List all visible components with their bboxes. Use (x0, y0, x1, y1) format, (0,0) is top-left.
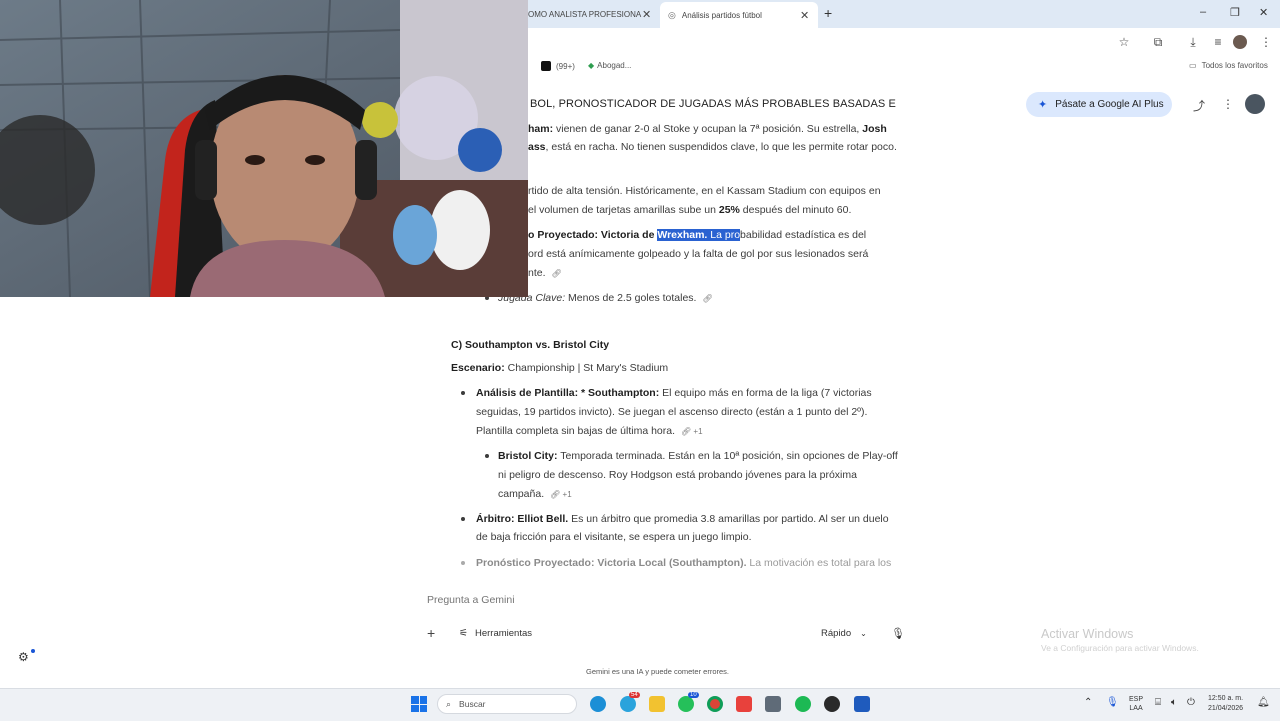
webcam-overlay (0, 0, 528, 297)
content-line: rtido de alta tensión. Históricamente, e… (528, 185, 881, 197)
disclaimer: Gemini es una IA y puede cometer errores… (586, 667, 729, 676)
content-line: Pronóstico Proyectado: Victoria Local (S… (476, 557, 892, 569)
telegram-icon[interactable] (620, 696, 636, 712)
search-icon: ⌕ (446, 698, 452, 709)
content-line: seguidas, 19 partidos invicto). Se juega… (476, 406, 868, 418)
tab-label: Análisis partidos fútbol (681, 10, 762, 20)
content-line: Plantilla completa sin bajas de última h… (476, 425, 703, 437)
webcam-feed (0, 0, 528, 297)
account-avatar[interactable] (1245, 94, 1265, 114)
chat-title: BOL, PRONOSTICADOR DE JUGADAS MÁS PROBAB… (530, 98, 896, 110)
folder-icon: ▭ (1189, 61, 1197, 70)
whatsapp-badge: 10 (688, 692, 699, 698)
bookmark-abogad[interactable]: ◆ Abogad... (588, 61, 631, 70)
bookmark-icon: ◆ (588, 61, 595, 70)
maximize-button[interactable]: ❐ (1230, 6, 1240, 19)
tray-chevron-icon[interactable]: ⌃ (1084, 697, 1092, 708)
volume-icon[interactable]: 🔈︎ (1171, 697, 1177, 708)
content-line: ass, está en racha. No tienen suspendido… (528, 141, 897, 153)
status-dot (31, 649, 35, 653)
star-icon[interactable]: ☆ (1116, 34, 1132, 50)
sparkle-icon: ✦ (1038, 99, 1048, 111)
new-tab-button[interactable]: + (824, 5, 832, 21)
tab-analista[interactable]: OMO ANALISTA PROFESIONA ✕ (528, 4, 656, 24)
share-icon[interactable]: ⤴ (1193, 97, 1205, 114)
link-icon[interactable]: 🔗︎ (552, 269, 562, 278)
text-selection: Wrexham. La pro (657, 229, 741, 241)
microphone-icon[interactable]: 🎙︎ (891, 627, 905, 640)
activate-windows-subtitle: Ve a Configuración para activar Windows. (1041, 643, 1199, 653)
mode-selector[interactable]: Rápido ⌄ (821, 628, 867, 639)
link-icon[interactable]: 🔗︎ (702, 294, 712, 303)
telegram-badge: 54 (629, 692, 640, 698)
file-explorer-icon[interactable] (649, 696, 665, 712)
content-line: nte. 🔗︎ (528, 267, 562, 279)
citation-chip[interactable]: 🔗︎ +1 (681, 427, 703, 436)
add-icon[interactable]: + (427, 625, 435, 641)
content-line: el volumen de tarjetas amarillas sube un… (528, 204, 852, 216)
content-line: ham: vienen de ganar 2-0 al Stoke y ocup… (528, 123, 887, 135)
chevron-down-icon: ⌄ (860, 629, 867, 638)
tiktok-icon (541, 61, 551, 71)
minimize-button[interactable]: – (1200, 6, 1206, 18)
edge-icon[interactable] (590, 696, 606, 712)
reading-list-icon[interactable]: ≡ (1210, 34, 1226, 50)
settings-icon[interactable]: ⚙ (18, 650, 29, 664)
content-line: campaña. 🔗︎ +1 (498, 488, 572, 500)
tools-button[interactable]: ⚟ Herramientas (459, 628, 532, 639)
start-button[interactable] (411, 696, 427, 712)
close-window-button[interactable]: ✕ (1259, 6, 1268, 19)
tab-analisis-partidos[interactable]: ◎ Análisis partidos fútbol ✕ (660, 2, 818, 28)
globe-icon: ◎ (668, 9, 676, 20)
calculator-icon[interactable] (765, 696, 781, 712)
battery-icon[interactable]: ⏻ (1187, 697, 1195, 708)
content-line: Árbitro: Elliot Bell. Es un árbitro que … (476, 513, 889, 525)
word-icon[interactable] (854, 696, 870, 712)
citation-chip[interactable]: 🔗︎ +1 (550, 490, 572, 499)
profile-avatar[interactable] (1233, 35, 1247, 49)
more-options-icon[interactable]: ⋮ (1222, 97, 1234, 111)
content-line: o Proyectado: Victoria de Wrexham. La pr… (528, 229, 867, 241)
game-app-icon[interactable] (824, 696, 840, 712)
upgrade-button[interactable]: ✦ Pásate a Google AI Plus (1026, 92, 1172, 117)
content-line: ni peligro de descenso. Roy Hodgson está… (498, 469, 857, 481)
notifications-icon[interactable]: 🔔︎ (1257, 697, 1270, 708)
section-title: C) Southampton vs. Bristol City (451, 339, 610, 351)
key-play: Jugada Clave: Menos de 2.5 goles totales… (498, 292, 713, 304)
close-tab-icon[interactable]: ✕ (800, 9, 809, 22)
spotify-icon[interactable] (795, 696, 811, 712)
menu-icon[interactable]: ⋮ (1258, 34, 1274, 50)
bullet (485, 454, 489, 458)
taskbar-search[interactable]: ⌕ Buscar (437, 694, 577, 714)
network-icon[interactable]: ⌸ (1155, 697, 1161, 708)
prompt-input[interactable] (427, 590, 857, 610)
all-favorites[interactable]: ▭ Todos los favoritos (1189, 61, 1268, 70)
download-icon[interactable]: ⤓ (1185, 34, 1201, 50)
sliders-icon: ⚟ (459, 628, 468, 639)
content-line: ord está anímicamente golpeado y la falt… (528, 248, 869, 260)
close-tab-icon[interactable]: ✕ (642, 8, 651, 21)
bullet (461, 391, 465, 395)
tab-label: OMO ANALISTA PROFESIONA (528, 9, 642, 19)
chrome-icon[interactable] (707, 696, 723, 712)
bookmark-tiktok[interactable]: (99+) (541, 61, 575, 71)
content-line: de baja fricción para el visitante, se e… (476, 531, 752, 543)
whatsapp-icon[interactable] (678, 696, 694, 712)
content-line: Análisis de Plantilla: * Southampton: El… (476, 387, 872, 399)
clock[interactable]: 12:50 a. m. 21/04/2026 (1208, 694, 1243, 714)
bullet (461, 561, 465, 565)
content-line: Escenario: Championship | St Mary's Stad… (451, 362, 669, 374)
content-line: Bristol City: Temporada terminada. Están… (498, 450, 898, 462)
language-indicator[interactable]: ESP LAA (1129, 695, 1143, 713)
bullet (461, 517, 465, 521)
text-app-icon[interactable] (736, 696, 752, 712)
mic-tray-icon[interactable]: 🎙︎ (1106, 697, 1119, 708)
extensions-icon[interactable]: ⧉ (1150, 34, 1166, 50)
activate-windows-title: Activar Windows (1041, 627, 1134, 641)
